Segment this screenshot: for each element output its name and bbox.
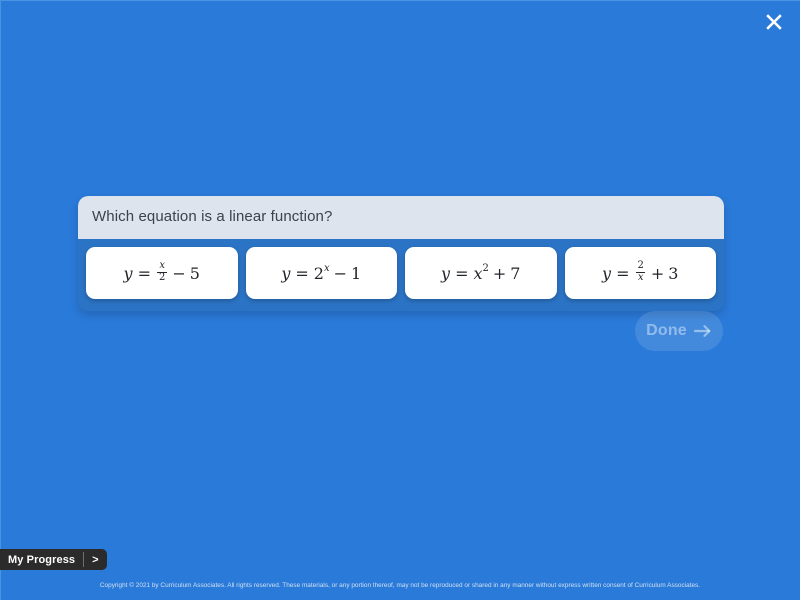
fraction-a: x2 [156, 260, 168, 283]
my-progress-label: My Progress [8, 553, 76, 566]
answer-choice-c[interactable]: y = x 2 +7 [405, 247, 557, 299]
answer-choice-a[interactable]: y = x 2−5 [86, 247, 238, 299]
answer-choice-b[interactable]: y = 2 x −1 [245, 247, 397, 299]
answer-choices: y = x 2−5 y = 2 x −1 y = x 2 +7 y = 2 x +3 [78, 239, 724, 311]
close-icon [763, 11, 785, 33]
done-button-label: Done [646, 322, 687, 339]
chevron-right-icon: > [92, 553, 99, 566]
done-button[interactable]: Done [635, 311, 723, 351]
fraction-d: 2x [635, 260, 646, 283]
question-prompt: Which equation is a linear function? [92, 208, 333, 225]
copyright-text: Copyright © 2021 by Curriculum Associate… [99, 582, 701, 589]
question-header: Which equation is a linear function? [78, 196, 724, 239]
equation-a: y = x 2−5 [123, 260, 200, 283]
close-button[interactable] [756, 4, 792, 40]
my-progress-button[interactable]: My Progress > [0, 549, 107, 570]
equation-c: y = x 2 +7 [441, 262, 521, 283]
question-panel: Which equation is a linear function? y = x… [78, 196, 724, 311]
answer-choice-d[interactable]: y = 2 x +3 [564, 247, 716, 299]
arrow-right-icon [693, 324, 712, 338]
equation-d: y = 2 x +3 [602, 260, 679, 283]
equation-b: y = 2 x −1 [281, 262, 362, 283]
